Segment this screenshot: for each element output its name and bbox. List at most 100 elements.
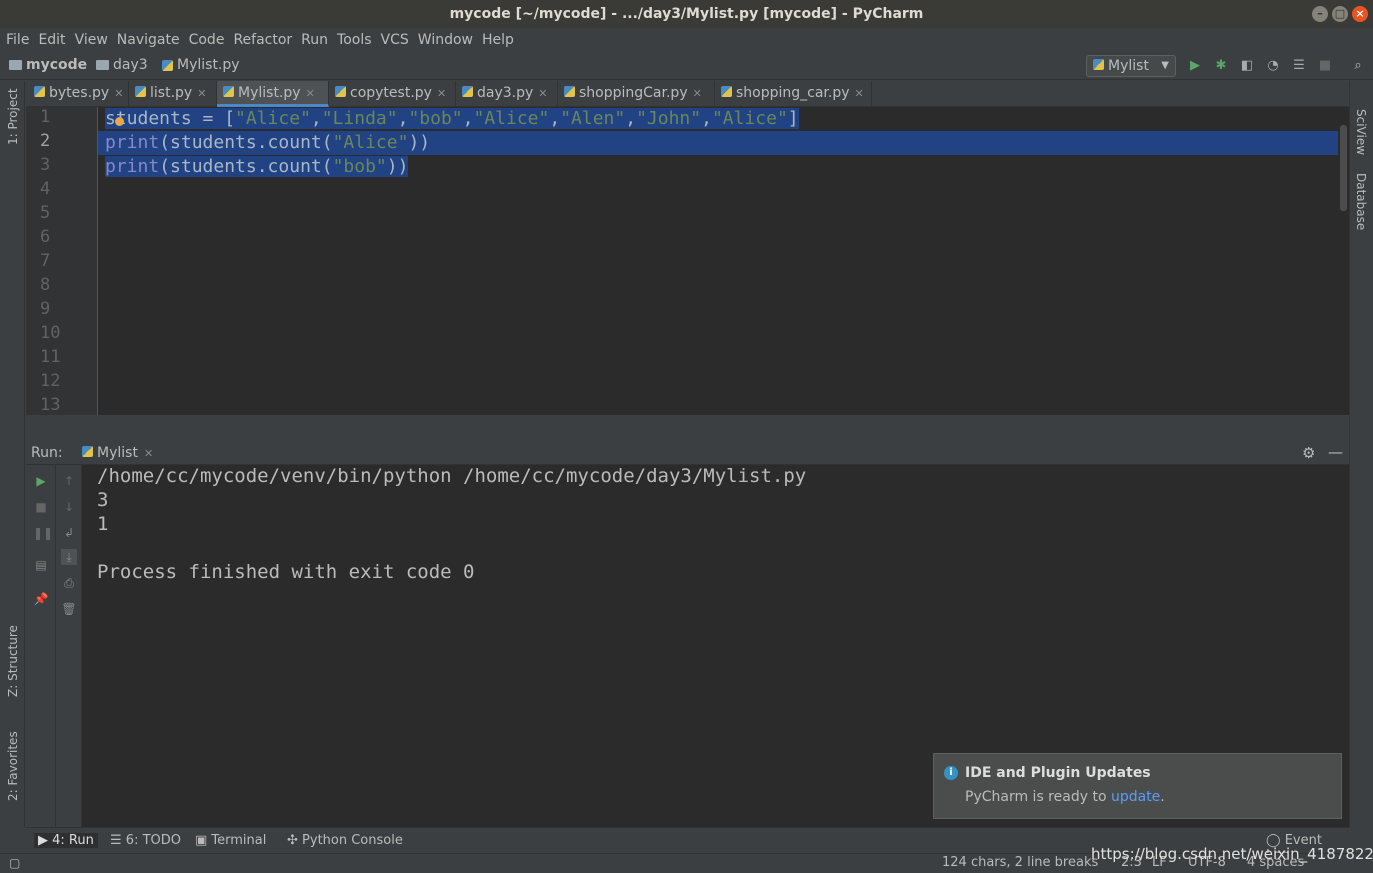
run-configuration-select[interactable]: Mylist ▼ xyxy=(1086,55,1176,77)
print-icon[interactable]: ⎙ xyxy=(61,575,77,591)
tab-mylist-py[interactable]: Mylist.py ✕ xyxy=(217,81,329,107)
menu-refactor[interactable]: Refactor xyxy=(233,32,292,48)
sciview-tool-tab[interactable]: SciView xyxy=(1354,109,1368,155)
close-tab-icon[interactable]: ✕ xyxy=(144,447,153,460)
minimize-button[interactable]: – xyxy=(1312,6,1328,22)
menu-vcs[interactable]: VCS xyxy=(381,32,409,48)
pause-icon[interactable]: ❚❚ xyxy=(33,525,53,541)
tab-shoppingcar-py[interactable]: shoppingCar.py ✕ xyxy=(558,81,715,107)
line-number: 13 xyxy=(40,395,61,415)
console-line: /home/cc/mycode/venv/bin/python /home/cc… xyxy=(97,465,807,487)
line-number-gutter: 1 2 3 4 5 6 7 8 9 10 11 12 13 xyxy=(26,107,98,415)
gear-icon[interactable]: ⚙ xyxy=(1302,444,1315,462)
menu-window[interactable]: Window xyxy=(418,32,473,48)
tab-label: shopping_car.py xyxy=(736,85,850,101)
stop-icon[interactable]: ■ xyxy=(1317,58,1333,74)
pin-icon[interactable]: 📌 xyxy=(33,591,49,607)
project-tool-tab[interactable]: 1: Project xyxy=(6,88,20,145)
run-toolbar-secondary: ↑ ↓ ↲ ⤓ ⎙ 🗑 xyxy=(56,465,82,827)
run-icon[interactable]: ▶ xyxy=(1187,58,1203,74)
stop-icon[interactable]: ■ xyxy=(33,499,49,515)
breadcrumb-file-label: Mylist.py xyxy=(177,57,240,73)
favorites-tool-tab[interactable]: 2: Favorites xyxy=(6,731,20,801)
editor-scrollbar[interactable] xyxy=(1338,107,1349,415)
run-tab-mylist[interactable]: Mylist ✕ xyxy=(82,445,153,461)
todo-tool-tab[interactable]: ☰ 6: TODO xyxy=(110,833,181,848)
code-token: , xyxy=(397,108,409,129)
tab-copytest-py[interactable]: copytest.py ✕ xyxy=(329,81,456,107)
trash-icon[interactable]: 🗑 xyxy=(61,601,77,617)
debug-icon[interactable]: ✱ xyxy=(1213,58,1229,74)
concurrency-icon[interactable]: ☰ xyxy=(1291,58,1307,74)
line-number: 6 xyxy=(40,227,51,247)
menu-file[interactable]: File xyxy=(6,32,29,48)
update-notification[interactable]: i IDE and Plugin Updates PyCharm is read… xyxy=(933,753,1342,819)
close-tab-icon[interactable]: ✕ xyxy=(114,87,123,100)
run-config-label: Mylist xyxy=(1108,58,1149,74)
code-editor[interactable]: students = ["Alice","Linda","bob","Alice… xyxy=(98,107,1338,415)
profile-icon[interactable]: ◔ xyxy=(1265,58,1281,74)
maximize-button[interactable]: □ xyxy=(1332,6,1348,22)
line-number: 7 xyxy=(40,251,51,271)
rerun-icon[interactable]: ▶ xyxy=(33,473,49,489)
close-tab-icon[interactable]: ✕ xyxy=(538,87,547,100)
terminal-tool-tab[interactable]: ▣ Terminal xyxy=(195,833,266,848)
notification-end: . xyxy=(1160,789,1165,805)
close-button[interactable]: × xyxy=(1352,6,1368,22)
tab-shopping-car-py[interactable]: shopping_car.py ✕ xyxy=(715,81,872,107)
close-tab-icon[interactable]: ✕ xyxy=(693,87,702,100)
code-token: print xyxy=(105,156,160,177)
python-console-label: Python Console xyxy=(302,833,403,848)
close-tab-icon[interactable]: ✕ xyxy=(437,87,446,100)
database-tool-tab[interactable]: Database xyxy=(1354,173,1368,230)
code-token: , xyxy=(549,108,561,129)
play-icon: ▶ xyxy=(38,833,53,848)
tab-bytes-py[interactable]: bytes.py ✕ xyxy=(28,81,129,107)
scroll-to-end-icon[interactable]: ⤓ xyxy=(61,549,77,565)
search-icon[interactable]: ⌕ xyxy=(1350,58,1366,74)
close-tab-icon[interactable]: ✕ xyxy=(306,87,315,100)
tab-label: copytest.py xyxy=(350,85,432,101)
arrow-down-icon[interactable]: ↓ xyxy=(61,499,77,515)
line-number: 12 xyxy=(40,371,61,391)
code-line-1[interactable]: students = ["Alice","Linda","bob","Alice… xyxy=(105,107,799,131)
structure-tool-tab[interactable]: Z: Structure xyxy=(6,625,20,697)
panel-splitter[interactable] xyxy=(26,415,1349,441)
line-number: 1 xyxy=(40,107,51,127)
close-tab-icon[interactable]: ✕ xyxy=(197,87,206,100)
menu-tools[interactable]: Tools xyxy=(337,32,372,48)
menu-navigate[interactable]: Navigate xyxy=(117,32,180,48)
update-link[interactable]: update xyxy=(1111,789,1160,805)
line-number: 8 xyxy=(40,275,51,295)
menu-help[interactable]: Help xyxy=(482,32,514,48)
menu-edit[interactable]: Edit xyxy=(38,32,65,48)
menu-view[interactable]: View xyxy=(75,32,108,48)
notification-text: PyCharm is ready to xyxy=(965,789,1111,805)
close-tab-icon[interactable]: ✕ xyxy=(855,87,864,100)
layout-icon[interactable]: ▤ xyxy=(33,557,49,573)
breadcrumb-folder[interactable]: day3 xyxy=(96,57,148,73)
python-console-tool-tab[interactable]: ✣ Python Console xyxy=(287,833,403,848)
toggle-tool-windows-icon[interactable]: ▢ xyxy=(9,856,20,870)
tab-day3-py[interactable]: day3.py ✕ xyxy=(456,81,558,107)
minimize-panel-icon[interactable]: — xyxy=(1328,443,1343,461)
coverage-icon[interactable]: ◧ xyxy=(1239,58,1255,74)
menu-run[interactable]: Run xyxy=(301,32,328,48)
lightbulb-icon[interactable] xyxy=(115,117,124,126)
notification-message: PyCharm is ready to update. xyxy=(965,789,1165,805)
breadcrumb-project[interactable]: mycode xyxy=(9,57,87,73)
soft-wrap-icon[interactable]: ↲ xyxy=(61,525,77,541)
run-panel-header: Run: Mylist ✕ ⚙ — xyxy=(26,441,1349,465)
code-line-2[interactable]: print(students.count("Alice")) xyxy=(105,131,430,155)
menu-code[interactable]: Code xyxy=(189,32,225,48)
breadcrumb-file[interactable]: Mylist.py xyxy=(162,57,240,73)
code-line-3[interactable]: print(students.count("bob")) xyxy=(105,155,409,179)
arrow-up-icon[interactable]: ↑ xyxy=(61,473,77,489)
scrollbar-thumb[interactable] xyxy=(1340,125,1347,211)
run-tool-tab[interactable]: ▶ 4: Run xyxy=(34,833,98,848)
code-token: ] xyxy=(787,108,799,129)
tab-list-py[interactable]: list.py ✕ xyxy=(129,81,217,107)
python-icon xyxy=(82,446,93,457)
code-token: "Alice" xyxy=(332,132,409,153)
line-number: 3 xyxy=(40,155,51,175)
